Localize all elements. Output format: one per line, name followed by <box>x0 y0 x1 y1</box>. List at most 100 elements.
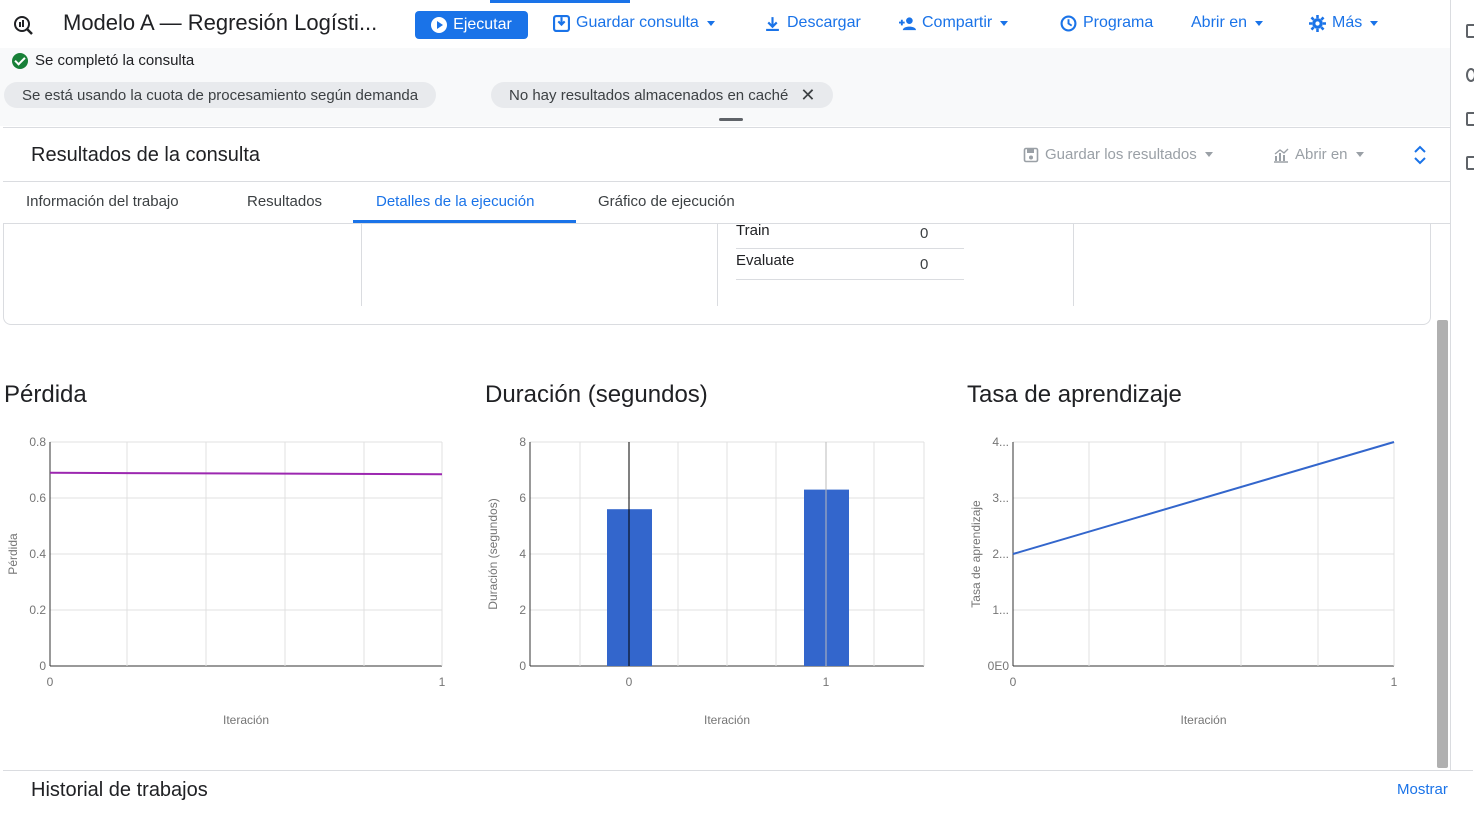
chevron-down-icon <box>1000 20 1009 26</box>
x-axis-title: Iteración <box>1180 713 1226 727</box>
query-status-area: Se completó la consulta Se está usando l… <box>0 48 1450 126</box>
status-text: Se completó la consulta <box>35 52 195 69</box>
schedule-button[interactable]: Programa <box>1060 14 1153 32</box>
open-in-button[interactable]: Abrir en <box>1191 14 1264 32</box>
results-open-in-label: Abrir en <box>1295 146 1348 163</box>
bigquery-console: Modelo A — Regresión Logísti... Ejecutar… <box>0 0 1474 813</box>
x-tick-label: 0 <box>47 675 54 689</box>
tab-job-information[interactable]: Información del trabajo <box>26 193 179 210</box>
x-tick-label: 0 <box>626 675 633 689</box>
y-tick-label: 8 <box>519 435 526 449</box>
status-message: Se completó la consulta <box>12 52 194 69</box>
y-axis-title: Duración (segundos) <box>486 498 500 609</box>
save-icon <box>553 14 570 32</box>
schedule-label: Programa <box>1083 14 1154 31</box>
detail-row: Evaluate 0 <box>736 249 964 280</box>
cache-chip: No hay resultados almacenados en caché ✕ <box>491 82 834 108</box>
loss-chart: 0 0.2 0.4 0.6 0.8 Iteración Pérdida 0 1 <box>6 435 446 727</box>
y-tick-label: 0.4 <box>29 547 46 561</box>
run-button[interactable]: Ejecutar <box>415 11 528 39</box>
tab-execution-graph[interactable]: Gráfico de ejecución <box>598 193 735 210</box>
expand-icon[interactable] <box>1411 144 1429 166</box>
close-icon[interactable]: ✕ <box>800 85 815 106</box>
x-tick-label: 1 <box>823 675 830 689</box>
y-tick-label: 4... <box>992 435 1009 449</box>
detail-value: 0 <box>920 256 929 273</box>
save-query-label: Guardar consulta <box>576 14 699 31</box>
x-tick-label: 0 <box>1010 675 1017 689</box>
show-history-button[interactable]: Mostrar <box>1397 781 1448 798</box>
execution-details-card: Train 0 Evaluate 0 <box>3 222 1431 325</box>
play-icon <box>431 17 448 33</box>
active-tab-indicator <box>353 220 576 223</box>
check-circle-icon <box>12 52 28 69</box>
y-tick-label: 0.8 <box>29 435 46 449</box>
scrollbar-thumb[interactable] <box>1437 320 1448 768</box>
x-tick-label: 1 <box>439 675 446 689</box>
column-divider <box>361 224 362 306</box>
tab-results[interactable]: Resultados <box>247 193 322 210</box>
loss-series-line <box>49 471 443 476</box>
panel-icon[interactable] <box>1466 24 1474 38</box>
duration-chart-title: Duración (segundos) <box>485 381 708 408</box>
learning-rate-chart: 0E0 1... 2... 3... 4... Iteración Tasa de apre… <box>969 435 1398 727</box>
results-open-in-button[interactable]: Abrir en <box>1273 146 1364 163</box>
detail-key: Evaluate <box>736 252 795 269</box>
floppy-icon <box>1023 147 1039 162</box>
chevron-down-icon <box>1204 152 1213 157</box>
run-button-label: Ejecutar <box>453 16 512 33</box>
y-axis-title: Tasa de aprendizaje <box>969 500 983 608</box>
detail-key: Train <box>736 222 770 239</box>
info-icon[interactable] <box>1466 68 1474 82</box>
more-button[interactable]: Más <box>1309 14 1379 32</box>
y-tick-label: 1... <box>992 603 1009 617</box>
chart-icon <box>1274 148 1289 163</box>
y-tick-label: 2 <box>519 603 526 617</box>
quota-chip: Se está usando la cuota de procesamiento… <box>4 82 437 108</box>
resize-handle[interactable] <box>719 118 743 121</box>
download-label: Descargar <box>787 14 861 31</box>
quota-chip-label: Se está usando la cuota de procesamiento… <box>22 86 419 104</box>
share-button[interactable]: Compartir <box>899 14 1009 32</box>
open-in-label: Abrir en <box>1191 14 1248 31</box>
add-person-icon <box>899 16 916 30</box>
clock-icon <box>1060 15 1077 31</box>
y-tick-label: 6 <box>519 491 526 505</box>
results-tabs: Información del trabajo Resultados Detal… <box>3 183 1450 224</box>
save-results-label: Guardar los resultados <box>1045 146 1197 163</box>
x-axis-title: Iteración <box>704 713 750 727</box>
active-editor-tab-indicator <box>490 0 630 3</box>
y-tick-label: 0 <box>39 659 46 673</box>
chevron-down-icon <box>706 20 715 26</box>
y-tick-label: 2... <box>992 547 1009 561</box>
download-button[interactable]: Descargar <box>764 14 861 32</box>
save-results-button[interactable]: Guardar los resultados <box>1023 146 1213 163</box>
detail-row: Train 0 <box>736 218 964 249</box>
share-label: Compartir <box>922 14 993 31</box>
y-tick-label: 0 <box>519 659 526 673</box>
history-icon[interactable] <box>1466 112 1474 126</box>
learning-rate-chart-title: Tasa de aprendizaje <box>967 381 1182 408</box>
duration-chart: 0 2 4 6 8 Iteración Duración (segundos) 0 1 <box>486 435 925 727</box>
job-history-title: Historial de trabajos <box>31 779 208 801</box>
x-tick-label: 1 <box>1391 675 1398 689</box>
query-toolbar: Modelo A — Regresión Logísti... Ejecutar… <box>0 0 1450 48</box>
y-tick-label: 3... <box>992 491 1009 505</box>
chevron-down-icon <box>1355 152 1364 157</box>
tab-execution-details[interactable]: Detalles de la ejecución <box>376 193 534 210</box>
query-icon[interactable] <box>12 14 34 36</box>
query-title[interactable]: Modelo A — Regresión Logísti... <box>63 10 377 36</box>
loss-chart-title: Pérdida <box>4 381 87 408</box>
job-history-bar: Historial de trabajos Mostrar <box>3 770 1473 813</box>
results-header: Resultados de la consulta Guardar los re… <box>3 127 1450 182</box>
download-icon <box>766 16 779 31</box>
detail-value: 0 <box>920 225 929 242</box>
cache-chip-label: No hay resultados almacenados en caché <box>509 86 789 104</box>
more-label: Más <box>1332 14 1363 31</box>
column-divider <box>1073 224 1074 306</box>
y-tick-label: 0.6 <box>29 491 46 505</box>
comment-icon[interactable] <box>1466 156 1474 170</box>
chevron-down-icon <box>1370 20 1379 26</box>
y-axis-title: Pérdida <box>6 533 20 575</box>
save-query-button[interactable]: Guardar consulta <box>553 14 715 32</box>
